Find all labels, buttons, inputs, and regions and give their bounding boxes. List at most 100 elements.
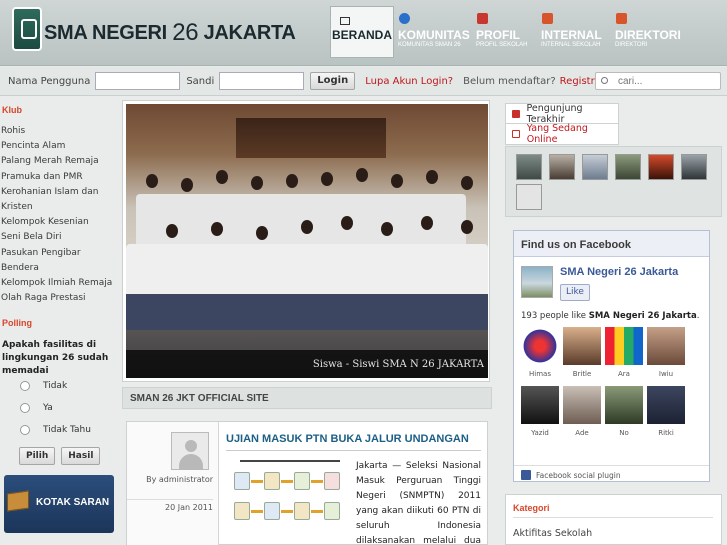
main-nav: BERANDA KOMUNITAS KOMUNITAS SMAN 26 PROF… bbox=[330, 6, 681, 58]
password-input[interactable] bbox=[219, 72, 305, 90]
figure-header bbox=[240, 460, 340, 462]
fan-name[interactable]: Britle bbox=[561, 370, 603, 378]
visitor-avatar[interactable] bbox=[516, 154, 542, 180]
search-input[interactable] bbox=[618, 74, 714, 88]
fan-avatar[interactable] bbox=[605, 386, 643, 424]
tab-label: Pengunjung Terakhir bbox=[526, 102, 583, 125]
fan-avatar[interactable] bbox=[647, 327, 685, 365]
tab-online-users[interactable]: Yang Sedang Online bbox=[505, 123, 619, 145]
visitor-avatar[interactable] bbox=[516, 184, 542, 210]
club-item[interactable]: Palang Merah Remaja bbox=[0, 154, 114, 169]
club-item[interactable]: Kerohanian Islam dan Kristen bbox=[0, 185, 114, 215]
category-item[interactable]: Aktifitas Sekolah bbox=[513, 528, 592, 539]
photo-person bbox=[391, 174, 403, 188]
poll-option-label: Tidak bbox=[43, 381, 68, 391]
facebook-plugin-footer: Facebook social plugin bbox=[514, 465, 709, 480]
fan-name[interactable]: Ritki bbox=[645, 429, 687, 437]
search-icon[interactable] bbox=[601, 77, 608, 84]
site-title-number: 26 bbox=[172, 19, 199, 46]
nav-sublabel: INTERNAL SEKOLAH bbox=[541, 42, 601, 48]
club-item[interactable]: Rohis bbox=[0, 124, 114, 139]
radio-button[interactable] bbox=[20, 403, 30, 413]
visitor-avatar[interactable] bbox=[615, 154, 641, 180]
photo-person bbox=[461, 220, 473, 234]
post-title[interactable]: UJIAN MASUK PTN BUKA JALUR UNDANGAN bbox=[226, 433, 469, 445]
facebook-like-count: 193 people like SMA Negeri 26 Jakarta. bbox=[521, 311, 699, 321]
fan-name[interactable]: Yazid bbox=[519, 429, 561, 437]
photo-person bbox=[251, 176, 263, 190]
fan-name[interactable]: Iwiu bbox=[645, 370, 687, 378]
like-count-prefix: 193 people like bbox=[521, 311, 589, 321]
vote-button[interactable]: Pilih bbox=[19, 447, 56, 465]
photo-slider[interactable]: Siswa - Siswi SMA N 26 JAKARTA bbox=[122, 100, 490, 382]
photo-person bbox=[421, 216, 433, 230]
nav-profil[interactable]: PROFIL PROFIL SEKOLAH bbox=[472, 6, 537, 58]
club-item[interactable]: Pasukan Pengibar Bendera bbox=[0, 246, 114, 276]
fan-name[interactable]: Himas bbox=[519, 370, 561, 378]
visitor-avatar[interactable] bbox=[648, 154, 674, 180]
visitor-avatar[interactable] bbox=[681, 154, 707, 180]
radio-button[interactable] bbox=[20, 381, 30, 391]
visitor-avatar[interactable] bbox=[549, 154, 575, 180]
school-logo[interactable] bbox=[12, 7, 42, 51]
result-button[interactable]: Hasil bbox=[61, 447, 101, 465]
club-item[interactable]: Seni Bela Diri bbox=[0, 230, 114, 245]
photo-group-trousers bbox=[126, 294, 488, 330]
profile-icon bbox=[477, 13, 488, 24]
suggestion-box-banner[interactable]: KOTAK SARAN bbox=[4, 475, 114, 533]
tab-recent-visitors[interactable]: Pengunjung Terakhir bbox=[505, 102, 619, 125]
photo-person bbox=[321, 172, 333, 186]
facebook-like-box: Find us on Facebook SMA Negeri 26 Jakart… bbox=[513, 230, 710, 482]
news-post: By administrator 20 Jan 2011 UJIAN MASUK… bbox=[126, 421, 488, 545]
fan-name[interactable]: Ade bbox=[561, 429, 603, 437]
site-title-prefix: SMA NEGERI bbox=[44, 22, 167, 44]
fan-name[interactable]: No bbox=[603, 429, 645, 437]
club-item[interactable]: Pramuka dan PMR bbox=[0, 170, 114, 185]
post-meta: By administrator 20 Jan 2011 bbox=[127, 422, 219, 545]
search-box bbox=[595, 72, 721, 90]
post-figure bbox=[228, 458, 354, 544]
forgot-login-link[interactable]: Lupa Akun Login? bbox=[365, 76, 453, 87]
facebook-like-button[interactable]: Like bbox=[560, 284, 590, 301]
left-sidebar: Klub Rohis Pencinta Alam Palang Merah Re… bbox=[0, 97, 118, 545]
fan-avatar[interactable] bbox=[521, 327, 559, 365]
nav-beranda[interactable]: BERANDA bbox=[330, 6, 394, 58]
fan-avatar[interactable] bbox=[563, 327, 601, 365]
photo-person bbox=[216, 170, 228, 184]
radio-button[interactable] bbox=[20, 425, 30, 435]
club-list: Rohis Pencinta Alam Palang Merah Remaja … bbox=[0, 124, 114, 306]
club-item[interactable]: Olah Raga Prestasi bbox=[0, 291, 114, 306]
not-registered-text: Belum mendaftar? bbox=[463, 75, 556, 87]
visitor-icon bbox=[512, 109, 520, 118]
fan-avatar[interactable] bbox=[521, 386, 559, 424]
fan-avatar[interactable] bbox=[563, 386, 601, 424]
category-title: Kategori bbox=[513, 503, 550, 513]
banner-label: KOTAK SARAN bbox=[36, 497, 110, 508]
fan-avatar[interactable] bbox=[647, 386, 685, 424]
site-title[interactable]: SMA NEGERI 26 JAKARTA bbox=[44, 18, 296, 46]
club-item[interactable]: Kelompok Kesenian bbox=[0, 215, 114, 230]
username-input[interactable] bbox=[95, 72, 181, 90]
club-section-title: Klub bbox=[2, 105, 22, 115]
visitor-avatars bbox=[505, 146, 722, 217]
internal-icon bbox=[542, 13, 553, 24]
figure-arrow bbox=[311, 480, 323, 483]
login-button[interactable]: Login bbox=[310, 72, 356, 90]
club-item[interactable]: Kelompok Ilmiah Remaja bbox=[0, 276, 114, 291]
poll-option-label: Ya bbox=[43, 403, 53, 413]
poll-buttons: Pilih Hasil bbox=[19, 447, 101, 465]
nav-sublabel: KOMUNITAS SMAN 26 bbox=[398, 42, 461, 48]
poll-option[interactable]: Ya bbox=[20, 403, 53, 413]
nav-komunitas[interactable]: KOMUNITAS KOMUNITAS SMAN 26 bbox=[394, 6, 472, 58]
facebook-footer-label[interactable]: Facebook social plugin bbox=[536, 471, 621, 480]
fan-name[interactable]: Ara bbox=[603, 370, 645, 378]
club-item[interactable]: Pencinta Alam bbox=[0, 139, 114, 154]
nav-internal[interactable]: INTERNAL INTERNAL SEKOLAH bbox=[537, 6, 611, 58]
facebook-page-name[interactable]: SMA Negeri 26 Jakarta bbox=[560, 266, 678, 278]
nav-direktori[interactable]: DIREKTORI DIREKTORI bbox=[611, 6, 681, 58]
facebook-page-photo[interactable] bbox=[521, 266, 553, 298]
visitor-avatar[interactable] bbox=[582, 154, 608, 180]
poll-option[interactable]: Tidak Tahu bbox=[20, 425, 91, 435]
poll-option[interactable]: Tidak bbox=[20, 381, 67, 391]
fan-avatar[interactable] bbox=[605, 327, 643, 365]
